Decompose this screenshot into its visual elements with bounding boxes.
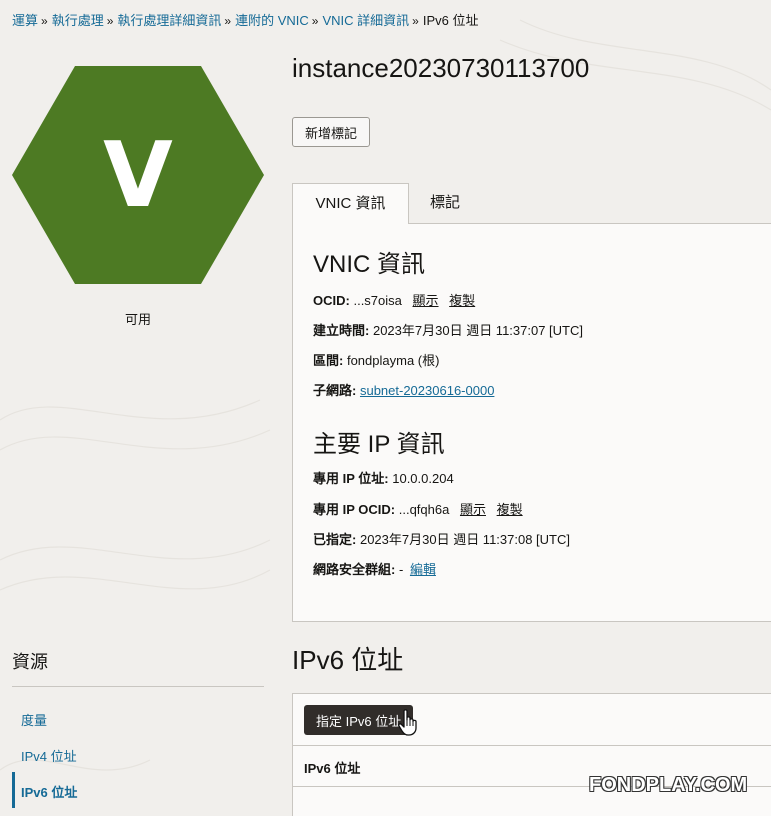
tab-tags[interactable]: 標記 — [409, 183, 481, 223]
ipv6-column-header: IPv6 位址 — [304, 761, 361, 776]
assigned-value: 2023年7月30日 週日 11:37:08 [UTC] — [359, 532, 570, 547]
ocid-value: ...s7oisa — [353, 293, 402, 308]
breadcrumb-separator: » — [412, 14, 419, 28]
resource-ipv6-addresses[interactable]: IPv6 位址 — [21, 782, 77, 801]
private-ip-label: 專用 IP 位址: — [313, 471, 389, 486]
status-hexagon-badge: V — [12, 66, 264, 284]
resource-ipv4-addresses[interactable]: IPv4 位址 — [21, 746, 77, 765]
show-private-ocid-link[interactable]: 顯示 — [460, 502, 486, 517]
show-ocid-link[interactable]: 顯示 — [413, 293, 439, 308]
nsg-value: - — [398, 562, 404, 577]
active-indicator — [12, 772, 15, 808]
compartment-label: 區間: — [313, 353, 344, 368]
status-label: 可用 — [124, 312, 151, 327]
private-ocid-label: 專用 IP OCID: — [313, 502, 396, 517]
breadcrumb-instances[interactable]: 執行處理 — [52, 13, 104, 28]
compartment-row: 區間: fondplayma (根) — [313, 350, 439, 369]
table-divider — [293, 745, 771, 746]
breadcrumb-current: IPv6 位址 — [422, 13, 479, 28]
edit-nsg-link[interactable]: 編輯 — [410, 562, 436, 577]
resources-title: 資源 — [12, 652, 48, 672]
breadcrumb-instance-details[interactable]: 執行處理詳細資訊 — [117, 13, 221, 28]
copy-ocid-link[interactable]: 複製 — [449, 293, 475, 308]
breadcrumb: 運算» 執行處理» 執行處理詳細資訊» 連附的 VNIC» VNIC 詳細資訊» IPv6… — [12, 10, 478, 29]
breadcrumb-separator: » — [224, 14, 232, 28]
assigned-row: 已指定: 2023年7月30日 週日 11:37:08 [UTC] — [313, 529, 570, 548]
compartment-value: fondplayma (根) — [346, 353, 440, 368]
created-value: 2023年7月30日 週日 11:37:07 [UTC] — [372, 323, 583, 338]
watermark-text: FONDPLAY.COM — [589, 774, 748, 796]
vnic-info-panel: VNIC 資訊 OCID: ...s7oisa 顯示 複製 建立時間: 2023… — [292, 223, 771, 622]
assign-ipv6-button[interactable]: 指定 IPv6 位址 — [304, 705, 414, 735]
ipv6-section-title: IPv6 位址 — [292, 645, 404, 675]
breadcrumb-vnic-details[interactable]: VNIC 詳細資訊 — [322, 13, 409, 28]
breadcrumb-attached-vnics[interactable]: 連附的 VNIC — [235, 13, 309, 28]
private-ocid-row: 專用 IP OCID: ...qfqh6a 顯示 複製 — [313, 499, 523, 518]
page-title: instance20230730113700 — [292, 53, 590, 83]
breadcrumb-separator: » — [41, 14, 48, 28]
copy-private-ocid-link[interactable]: 複製 — [497, 502, 523, 517]
private-ip-value: 10.0.0.204 — [392, 471, 454, 486]
badge-letter: V — [103, 122, 173, 228]
resource-metrics[interactable]: 度量 — [21, 710, 47, 729]
nsg-row: 網路安全群組: - 編輯 — [313, 559, 436, 578]
subnet-link[interactable]: subnet-20230616-0000 — [360, 383, 494, 398]
ipv6-table-panel: 指定 IPv6 位址 IPv6 位址 — [292, 693, 771, 816]
vnic-info-heading: VNIC 資訊 — [313, 251, 426, 278]
breadcrumb-compute[interactable]: 運算 — [12, 13, 38, 28]
created-label: 建立時間: — [313, 323, 370, 338]
subnet-row: 子網路: subnet-20230616-0000 — [313, 380, 494, 399]
resources-divider — [12, 686, 264, 687]
ocid-label: OCID: — [313, 293, 350, 308]
breadcrumb-separator: » — [106, 14, 114, 28]
ocid-row: OCID: ...s7oisa 顯示 複製 — [313, 290, 475, 309]
created-row: 建立時間: 2023年7月30日 週日 11:37:07 [UTC] — [313, 320, 583, 339]
breadcrumb-separator: » — [311, 14, 319, 28]
subnet-label: 子網路: — [313, 383, 357, 398]
assigned-label: 已指定: — [313, 532, 357, 547]
private-ocid-value: ...qfqh6a — [398, 502, 450, 517]
hand-cursor-icon — [398, 709, 417, 736]
nsg-label: 網路安全群組: — [313, 562, 396, 577]
add-tag-button[interactable]: 新增標記 — [292, 117, 370, 147]
tab-vnic-info[interactable]: VNIC 資訊 — [292, 183, 409, 224]
private-ip-row: 專用 IP 位址: 10.0.0.204 — [313, 468, 454, 487]
primary-ip-heading: 主要 IP 資訊 — [313, 431, 445, 458]
